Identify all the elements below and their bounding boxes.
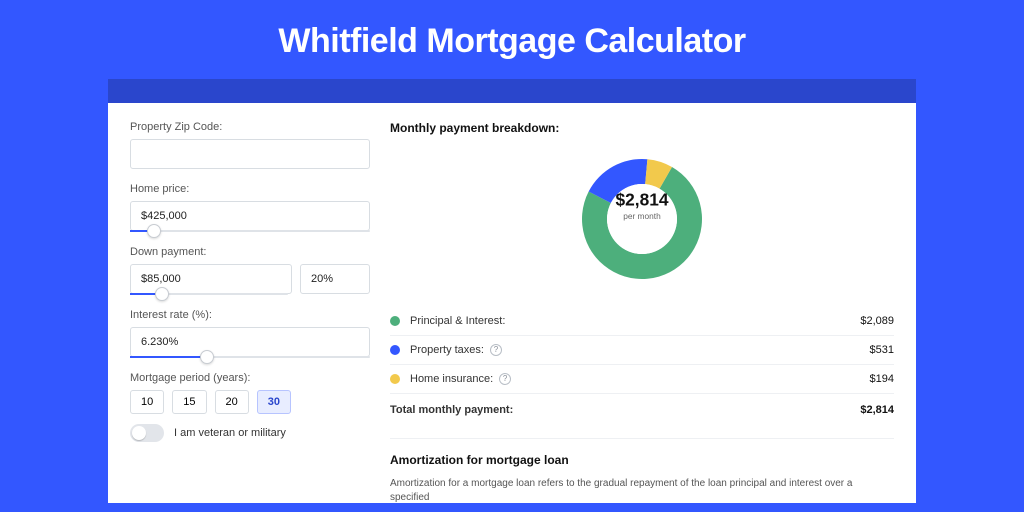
insurance-swatch xyxy=(390,374,400,384)
home-price-slider-thumb[interactable] xyxy=(147,224,161,238)
interest-rate-slider[interactable] xyxy=(130,356,370,358)
zip-input[interactable] xyxy=(130,139,370,169)
donut-center-amount: $2,814 xyxy=(595,192,688,212)
veteran-toggle-row: I am veteran or military xyxy=(130,424,370,442)
legend-row: Property taxes:?$531 xyxy=(390,336,894,365)
amortization-text: Amortization for a mortgage loan refers … xyxy=(390,477,894,505)
down-payment-label: Down payment: xyxy=(130,246,370,258)
interest-rate-field: Interest rate (%): xyxy=(130,309,370,358)
amortization-heading: Amortization for mortgage loan xyxy=(390,453,894,467)
period-option-20[interactable]: 20 xyxy=(215,390,249,414)
legend-row: Home insurance:?$194 xyxy=(390,365,894,394)
veteran-toggle-label: I am veteran or military xyxy=(174,427,286,439)
breakdown-total-value: $2,814 xyxy=(860,404,894,416)
period-option-15[interactable]: 15 xyxy=(172,390,206,414)
breakdown-column: Monthly payment breakdown: $2,814 per mo… xyxy=(390,121,894,503)
breakdown-legend: Principal & Interest:$2,089Property taxe… xyxy=(390,307,894,394)
down-payment-field: Down payment: xyxy=(130,246,370,295)
down-payment-slider[interactable] xyxy=(130,293,288,295)
home-price-label: Home price: xyxy=(130,183,370,195)
donut-center-sub: per month xyxy=(595,212,688,222)
legend-label: Principal & Interest: xyxy=(410,315,860,327)
help-icon[interactable]: ? xyxy=(499,373,511,385)
taxes-swatch xyxy=(390,345,400,355)
legend-row: Principal & Interest:$2,089 xyxy=(390,307,894,336)
interest-rate-input[interactable] xyxy=(130,327,370,357)
calculator-card: Property Zip Code: Home price: Down paym… xyxy=(108,103,916,503)
breakdown-total-label: Total monthly payment: xyxy=(390,404,860,416)
donut-chart: $2,814 per month xyxy=(390,149,894,289)
veteran-toggle[interactable] xyxy=(130,424,164,442)
down-payment-percent-input[interactable] xyxy=(300,264,370,294)
mortgage-period-options: 10 15 20 30 xyxy=(130,390,370,414)
breakdown-heading: Monthly payment breakdown: xyxy=(390,121,894,135)
amortization-section: Amortization for mortgage loan Amortizat… xyxy=(390,438,894,505)
breakdown-total-row: Total monthly payment: $2,814 xyxy=(390,394,894,424)
down-payment-amount-input[interactable] xyxy=(130,264,292,294)
zip-field: Property Zip Code: xyxy=(130,121,370,169)
mortgage-period-label: Mortgage period (years): xyxy=(130,372,370,384)
interest-rate-slider-fill xyxy=(130,356,207,358)
legend-label: Property taxes:? xyxy=(410,344,870,356)
donut-svg: $2,814 per month xyxy=(572,149,712,289)
period-option-10[interactable]: 10 xyxy=(130,390,164,414)
inputs-column: Property Zip Code: Home price: Down paym… xyxy=(130,121,370,503)
veteran-toggle-knob xyxy=(132,426,146,440)
interest-rate-slider-thumb[interactable] xyxy=(200,350,214,364)
home-price-field: Home price: xyxy=(130,183,370,232)
interest-rate-label: Interest rate (%): xyxy=(130,309,370,321)
mortgage-period-field: Mortgage period (years): 10 15 20 30 xyxy=(130,372,370,414)
page-title: Whitfield Mortgage Calculator xyxy=(0,0,1024,79)
principal-swatch xyxy=(390,316,400,326)
home-price-input[interactable] xyxy=(130,201,370,231)
header-accent-bar xyxy=(108,79,916,103)
legend-value: $531 xyxy=(870,344,894,356)
help-icon[interactable]: ? xyxy=(490,344,502,356)
legend-label: Home insurance:? xyxy=(410,373,870,385)
period-option-30[interactable]: 30 xyxy=(257,390,291,414)
legend-value: $194 xyxy=(870,373,894,385)
zip-label: Property Zip Code: xyxy=(130,121,370,133)
home-price-slider[interactable] xyxy=(130,230,370,232)
down-payment-slider-thumb[interactable] xyxy=(155,287,169,301)
legend-value: $2,089 xyxy=(860,315,894,327)
